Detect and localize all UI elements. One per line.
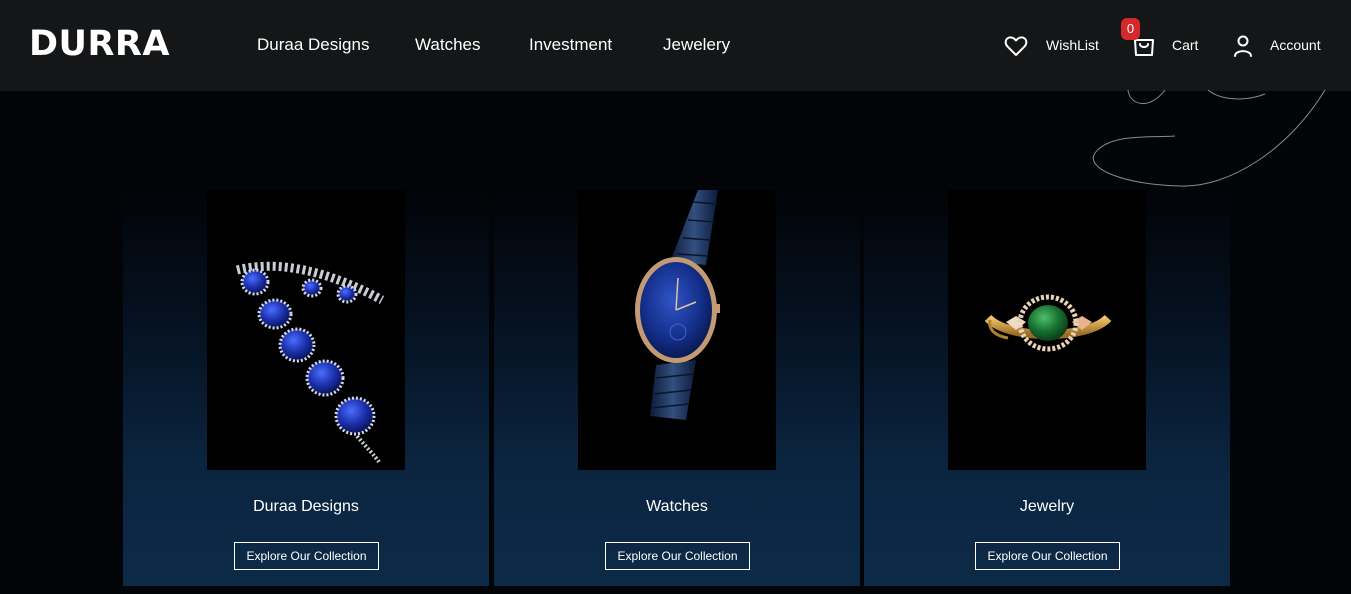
bracelet-illustration: [235, 261, 385, 464]
nav-item-jewelery[interactable]: Jewelery: [663, 35, 730, 55]
card-title: Jewelry: [1019, 498, 1075, 515]
collection-card-jewelry: Jewelry Explore Our Collection: [864, 189, 1230, 586]
explore-collection-button[interactable]: Explore Our Collection: [605, 542, 750, 570]
explore-collection-button[interactable]: Explore Our Collection: [234, 542, 379, 570]
ring-illustration: [984, 294, 1112, 352]
decorative-swirl: [1092, 89, 1326, 187]
collection-card-watches: Watches Explore Our Collection: [494, 189, 860, 586]
nav-item-watches[interactable]: Watches: [415, 35, 481, 55]
sapphire-bracelet-image[interactable]: [207, 190, 405, 470]
header: DURRA Duraa Designs Watches Investment J…: [0, 0, 1351, 91]
page: DURRA Duraa Designs Watches Investment J…: [0, 0, 1351, 594]
nav-item-duraa-designs[interactable]: Duraa Designs: [257, 35, 369, 55]
blue-watch-image[interactable]: [578, 190, 776, 470]
cart-count-badge: 0: [1121, 18, 1140, 40]
explore-collection-button[interactable]: Explore Our Collection: [975, 542, 1120, 570]
heart-icon: [1004, 36, 1028, 56]
card-title: Watches: [646, 498, 708, 515]
wishlist-label: WishList: [1046, 37, 1099, 53]
emerald-ring-image[interactable]: [948, 190, 1146, 470]
nav-item-investment[interactable]: Investment: [529, 35, 612, 55]
user-icon: [1234, 35, 1252, 57]
collection-card-duraa-designs: Duraa Designs Explore Our Collection: [123, 189, 489, 586]
brand-logo[interactable]: DURRA: [29, 24, 170, 64]
cart-label: Cart: [1172, 37, 1199, 53]
account-label: Account: [1270, 37, 1321, 53]
card-title: Duraa Designs: [253, 498, 359, 515]
watch-illustration: [635, 190, 720, 420]
